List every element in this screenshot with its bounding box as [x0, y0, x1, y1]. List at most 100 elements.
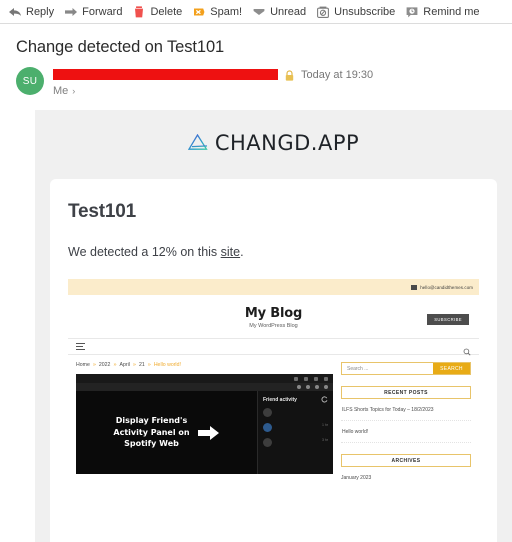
breadcrumb-item-year[interactable]: 2022: [99, 362, 111, 368]
forward-button[interactable]: Forward: [62, 5, 130, 19]
sender-line: Today at 19:30: [53, 68, 373, 81]
preview-topbar: hello@candidthemes.com: [68, 279, 479, 295]
message-action-toolbar: Reply Forward Delete Spam! Unread Unsubs…: [0, 0, 512, 24]
breadcrumb: Home » 2022 » April » 21 » Hello world!: [76, 362, 333, 368]
friend-activity-panel: Friend activity 1 hr 3 hr: [257, 391, 333, 474]
triangle-delta-icon: [187, 133, 208, 152]
avatar: [263, 438, 272, 447]
list-item-time: 3 hr: [321, 438, 328, 442]
reply-button[interactable]: Reply: [6, 5, 62, 19]
preview-site-header: My Blog My WordPress Blog SUBSCRIBE: [68, 295, 479, 338]
avatar: [263, 408, 272, 417]
preview-sidebar: Search ... SEARCH RECENT POSTS ILFS Shor…: [341, 362, 471, 481]
caption-line-3: Spotify Web: [124, 439, 179, 449]
list-item-time: 1 hr: [321, 423, 328, 427]
list-item: [263, 408, 328, 417]
sender-details: Today at 19:30 Me ›: [53, 67, 373, 97]
reply-arrow-icon: [8, 5, 22, 19]
breadcrumb-item-home[interactable]: Home: [76, 362, 90, 368]
spam-label: Spam!: [210, 5, 243, 18]
forward-arrow-icon: [64, 5, 78, 19]
maximize-icon: [304, 376, 308, 381]
remind-me-button[interactable]: Remind me: [403, 5, 487, 19]
site-screenshot-preview[interactable]: hello@candidthemes.com My Blog My WordPr…: [68, 279, 479, 481]
detection-text-after: .: [240, 245, 244, 259]
recent-posts-heading: RECENT POSTS: [341, 386, 471, 399]
unsubscribe-button[interactable]: Unsubscribe: [314, 5, 403, 19]
profile-icon: [315, 385, 319, 389]
reply-label: Reply: [26, 5, 55, 18]
refresh-icon: [321, 396, 328, 403]
close-icon: [324, 376, 328, 381]
list-item: 1 hr: [263, 423, 328, 432]
redacted-sender-address: [53, 69, 278, 80]
subscribe-button[interactable]: SUBSCRIBE: [427, 314, 469, 325]
breadcrumb-separator-icon: »: [132, 362, 136, 368]
friend-activity-header: Friend activity: [263, 396, 328, 403]
detection-text-before: We detected a 12% on this: [68, 245, 221, 259]
blog-title: My Blog: [244, 306, 303, 321]
search-button[interactable]: SEARCH: [433, 363, 470, 374]
extensions-icon: [306, 385, 310, 389]
avatar: SU: [16, 67, 44, 95]
search-icon[interactable]: [463, 343, 471, 356]
sidebar-search[interactable]: Search ... SEARCH: [341, 362, 471, 375]
mail-icon: [411, 284, 418, 290]
list-item: 3 hr: [263, 438, 328, 447]
envelope-icon: [252, 5, 266, 19]
brand-name: CHANGD.APP: [214, 131, 360, 155]
thumbnail-body: Display Friend's Activity Panel on Spoti…: [76, 391, 333, 474]
spam-shield-icon: [192, 5, 206, 19]
breadcrumb-item-month[interactable]: April: [120, 362, 130, 368]
post-thumbnail[interactable]: Display Friend's Activity Panel on Spoti…: [76, 374, 333, 474]
brand-header: CHANGD.APP: [35, 110, 512, 155]
blog-tagline: My WordPress Blog: [249, 323, 298, 329]
list-item[interactable]: January 2023: [341, 467, 471, 481]
chevron-right-icon[interactable]: ›: [72, 86, 75, 96]
delete-label: Delete: [150, 5, 183, 18]
preview-content: Home » 2022 » April » 21 » Hello world!: [68, 355, 479, 481]
caption-line-2: Activity Panel on: [113, 427, 190, 437]
breadcrumb-separator-icon: »: [113, 362, 117, 368]
thumbnail-window-titlebar: [76, 374, 333, 383]
minimize-icon: [294, 376, 298, 381]
spam-button[interactable]: Spam!: [190, 5, 250, 19]
preview-navbar: [68, 338, 479, 356]
breadcrumb-separator-icon: »: [92, 362, 96, 368]
restore-icon: [314, 376, 318, 381]
remind-me-label: Remind me: [423, 5, 480, 18]
message-subject: Change detected on Test101: [16, 38, 225, 56]
right-arrow-icon: [197, 425, 220, 441]
caption-line-1: Display Friend's: [115, 416, 188, 426]
thumbnail-caption: Display Friend's Activity Panel on Spoti…: [113, 415, 189, 450]
unread-label: Unread: [270, 5, 307, 18]
avatar: [263, 423, 272, 432]
breadcrumb-separator-icon: »: [147, 362, 151, 368]
unsubscribe-label: Unsubscribe: [334, 5, 396, 18]
breadcrumb-item-current: Hello world!: [153, 362, 181, 368]
site-link[interactable]: site: [221, 245, 240, 259]
contact-email: hello@candidthemes.com: [420, 284, 473, 290]
sender-header: SU Today at 19:30 Me ›: [0, 57, 512, 97]
star-icon: [297, 385, 301, 389]
breadcrumb-item-day[interactable]: 21: [139, 362, 145, 368]
recipient-row[interactable]: Me ›: [53, 85, 373, 97]
email-card: Test101 We detected a 12% on this site. …: [50, 179, 497, 542]
lock-icon: [284, 69, 295, 81]
search-input[interactable]: Search ...: [342, 363, 433, 374]
delete-button[interactable]: Delete: [130, 5, 190, 19]
list-item[interactable]: ILFS Shorts Topics for Today – 18/2/2023: [341, 399, 471, 421]
no-entry-icon: [316, 5, 330, 19]
thumbnail-caption-area: Display Friend's Activity Panel on Spoti…: [76, 391, 257, 474]
friend-activity-title: Friend activity: [263, 396, 297, 403]
list-item[interactable]: Hello world!: [341, 421, 471, 443]
archives-heading: ARCHIVES: [341, 454, 471, 467]
hamburger-icon[interactable]: [76, 342, 85, 351]
page-title: Test101: [68, 201, 136, 222]
thumbnail-browser-toolbar: [76, 383, 333, 391]
trash-icon: [132, 5, 146, 19]
unread-button[interactable]: Unread: [250, 5, 314, 19]
menu-icon: [324, 385, 328, 389]
recipient-label: Me: [53, 85, 69, 97]
preview-main-column: Home » 2022 » April » 21 » Hello world!: [76, 362, 333, 481]
